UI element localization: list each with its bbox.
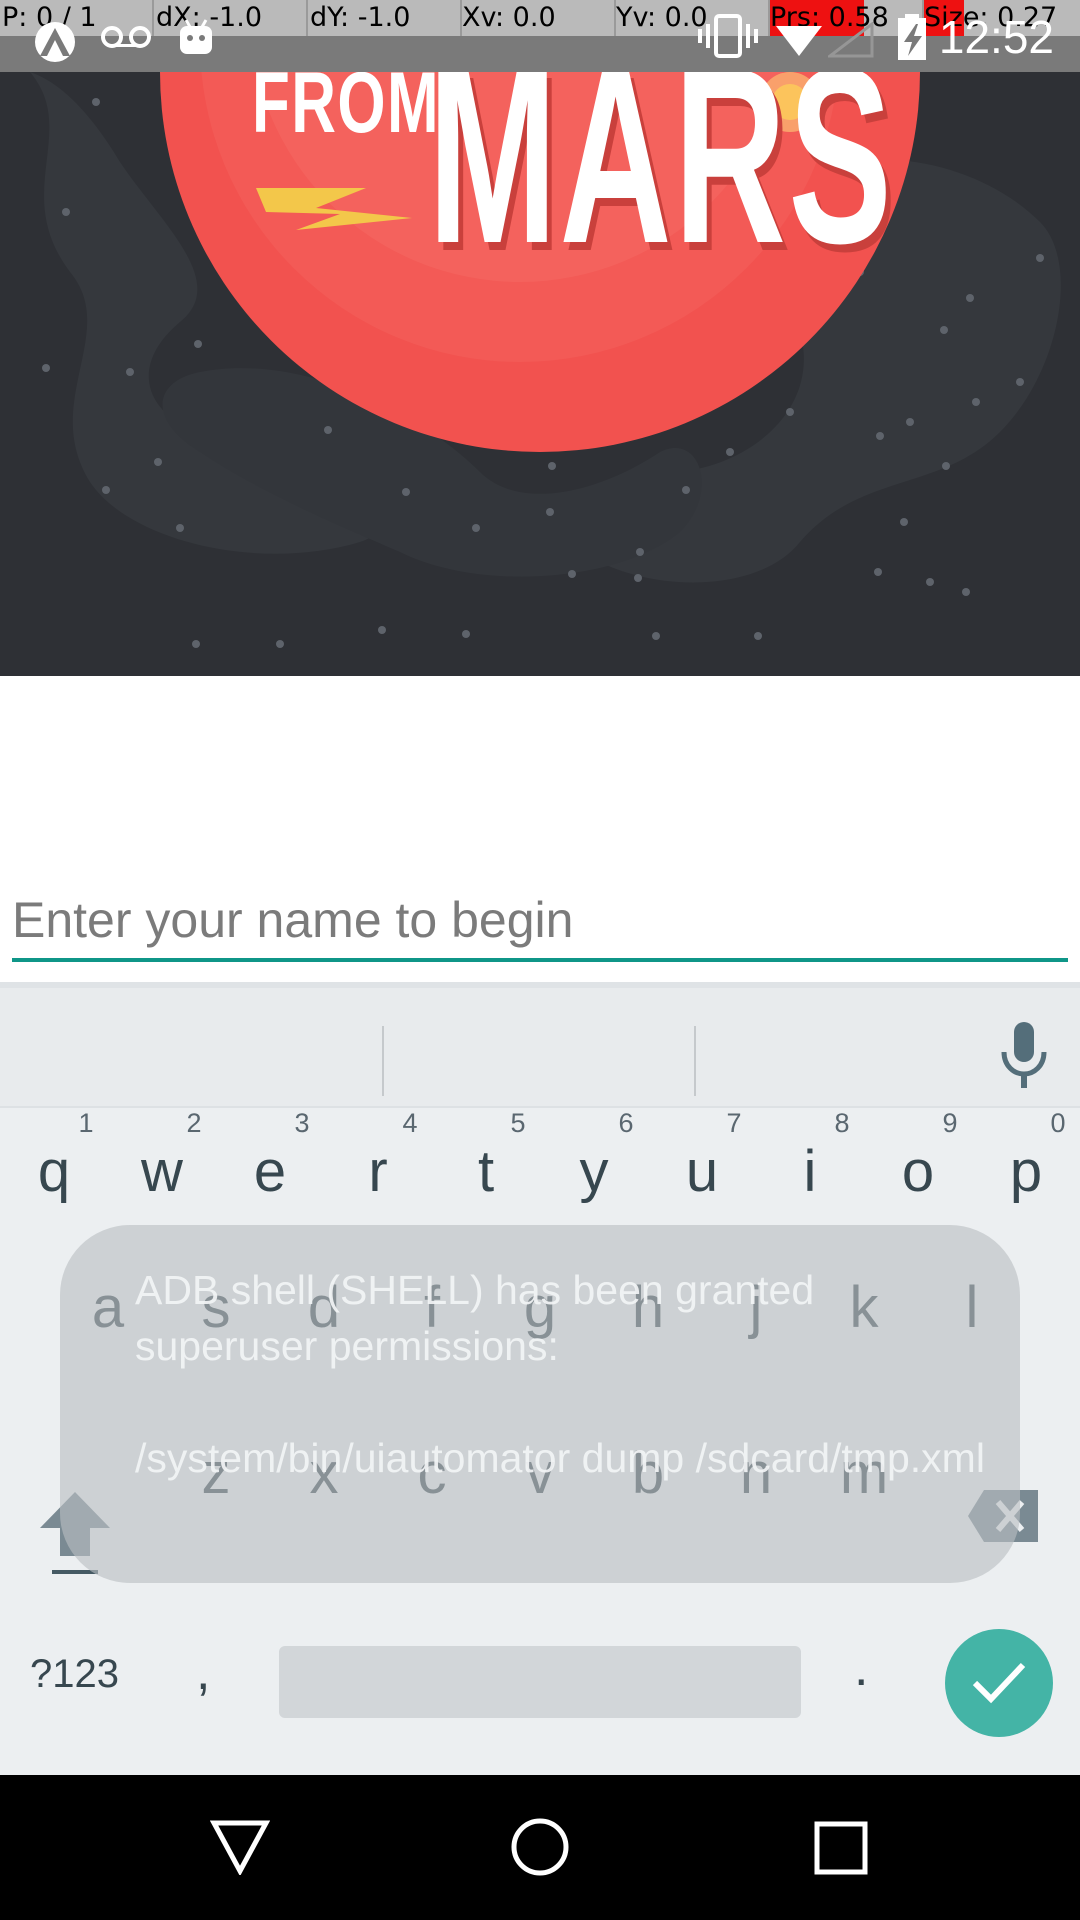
home-icon [511, 1818, 569, 1876]
enter-button[interactable] [945, 1629, 1053, 1737]
key-p[interactable]: 0p [972, 1108, 1080, 1238]
key-y[interactable]: 6y [540, 1108, 648, 1238]
no-signal-icon [828, 22, 874, 58]
key-w[interactable]: 2w [108, 1108, 216, 1238]
key-q[interactable]: 1q [0, 1108, 108, 1238]
key-hint: 0 [1050, 1108, 1066, 1138]
key-r[interactable]: 4r [324, 1108, 432, 1238]
suggestion-2[interactable] [384, 988, 694, 1106]
battery-charging-icon [898, 14, 926, 60]
status-bar: P: 0 / 1 dX: -1.0 dY: -1.0 Xv: 0.0 Yv: 0… [0, 0, 1080, 72]
toast-message: ADB shell (SHELL) has been granted super… [135, 1267, 985, 1481]
home-button[interactable] [440, 1775, 640, 1920]
status-clock: 12:52 [938, 11, 1054, 63]
superuser-toast: ADB shell (SHELL) has been granted super… [60, 1225, 1020, 1583]
hero-banner: FROM MARS [0, 72, 1080, 676]
space-bar[interactable] [279, 1646, 801, 1718]
suggestion-1[interactable] [0, 988, 382, 1106]
key-i[interactable]: 8i [756, 1108, 864, 1238]
recents-button[interactable] [740, 1775, 940, 1920]
back-icon [210, 1820, 270, 1875]
wifi-icon [776, 26, 822, 56]
key-u[interactable]: 7u [648, 1108, 756, 1238]
checkmark-icon [972, 1662, 1026, 1704]
pointer-xv: Xv: 0.0 [462, 2, 556, 33]
suggestion-strip [0, 988, 1080, 1106]
navigation-bar [0, 1775, 1080, 1920]
recents-icon [814, 1821, 868, 1875]
app-notification-icon [35, 22, 75, 62]
microphone-icon[interactable] [1000, 1022, 1048, 1090]
hero-title-small: FROM [252, 72, 441, 151]
key-t[interactable]: 5t [432, 1108, 540, 1238]
comma-key[interactable]: , [196, 1642, 236, 1712]
pointer-yv: Yv: 0.0 [616, 2, 708, 33]
key-o[interactable]: 9o [864, 1108, 972, 1238]
vibrate-icon [698, 14, 758, 58]
suggestion-3[interactable] [696, 988, 976, 1106]
voicemail-icon [101, 26, 151, 48]
name-input[interactable] [12, 880, 1068, 960]
hero-title-large: MARS [428, 72, 895, 295]
key-e[interactable]: 3e [216, 1108, 324, 1238]
pointer-dy: dY: -1.0 [310, 2, 411, 33]
android-debug-icon [180, 19, 212, 54]
back-button[interactable] [140, 1775, 340, 1920]
symbols-key[interactable]: ?123 [30, 1652, 140, 1712]
period-key[interactable]: . [854, 1638, 894, 1708]
input-underline [12, 958, 1068, 962]
